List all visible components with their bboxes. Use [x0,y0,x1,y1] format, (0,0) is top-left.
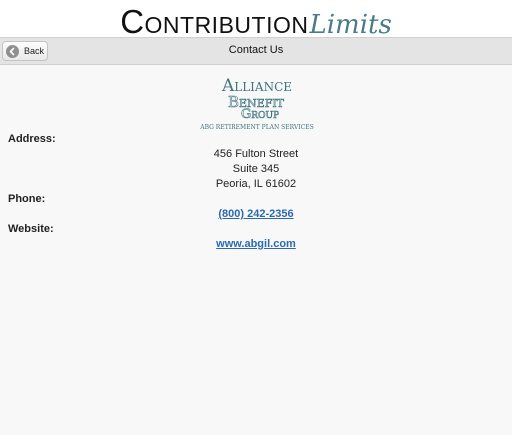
company-logo: Alliance Benefit Group ABG RETIREMENT PL… [199,76,314,131]
phone-row: (800) 242-2356 [0,208,512,220]
address-label: Address: [8,133,56,145]
address-line-1: 456 Fulton Street [213,148,299,160]
address-line-2: Suite 345 [232,163,280,175]
app-title: ContributionLimits [0,3,512,41]
website-link[interactable]: www.abgil.com [216,238,296,250]
app-title-main: Contribution [120,3,309,40]
website-row: www.abgil.com [0,238,512,250]
website-label: Website: [8,223,54,235]
app-header: ContributionLimits [0,0,512,40]
phone-label: Phone: [8,193,46,205]
phone-link[interactable]: (800) 242-2356 [218,208,293,220]
address-line-3: Peoria, IL 61602 [215,178,297,190]
page-title: Contact Us [228,44,284,56]
logo-tagline: ABG RETIREMENT PLAN SERVICES [199,124,314,131]
app-title-script: Limits [309,10,392,40]
logo-line-3: Group [241,107,279,122]
toolbar: Back Contact Us [0,37,512,65]
